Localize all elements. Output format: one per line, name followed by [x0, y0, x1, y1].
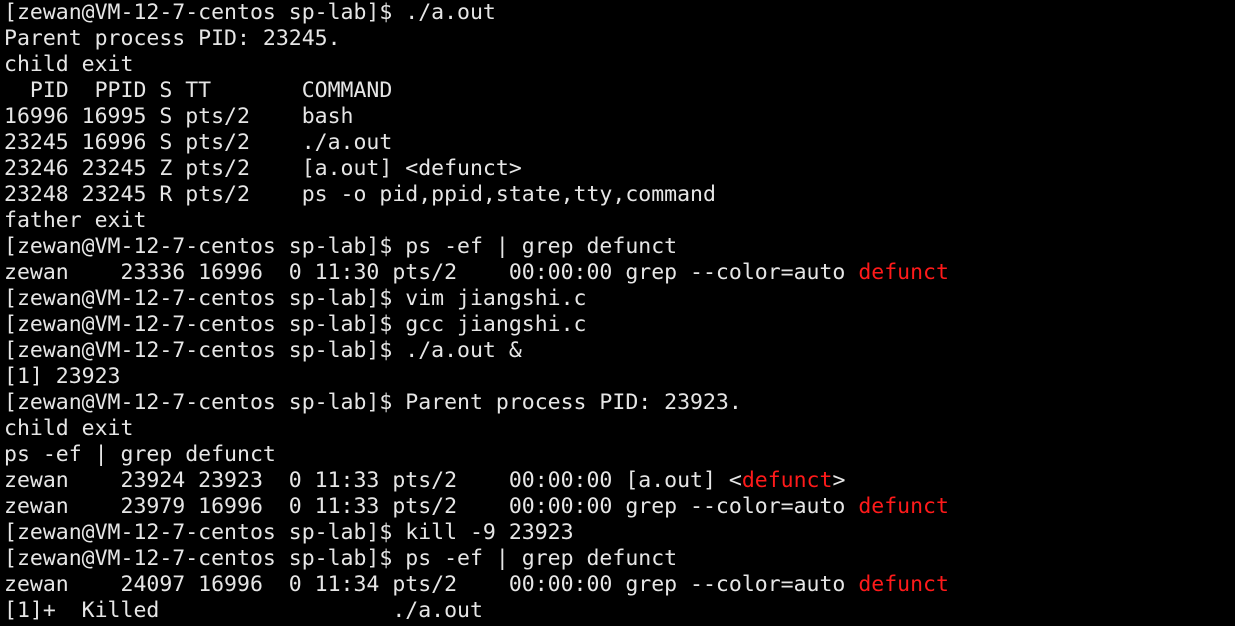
terminal-line: [zewan@VM-12-7-centos sp-lab]$ ./a.out	[4, 0, 1235, 26]
terminal-line: zewan 23924 23923 0 11:33 pts/2 00:00:00…	[4, 468, 1235, 494]
line-text: child exit	[4, 52, 134, 77]
line-text: [zewan@VM-12-7-centos sp-lab]$ kill -9 2…	[4, 520, 574, 545]
line-text: ps -ef | grep defunct	[4, 442, 276, 467]
line-text: 16996 16995 S pts/2 bash	[4, 104, 354, 129]
line-text: 23246 23245 Z pts/2 [a.out] <defunct>	[4, 156, 522, 181]
terminal-line: [zewan@VM-12-7-centos sp-lab]$ ps -ef | …	[4, 546, 1235, 572]
terminal-line: zewan 24097 16996 0 11:34 pts/2 00:00:00…	[4, 572, 1235, 598]
line-text: [zewan@VM-12-7-centos sp-lab]$ gcc jiang…	[4, 312, 587, 337]
highlighted-match: defunct	[858, 572, 949, 597]
line-text: Parent process PID: 23245.	[4, 26, 341, 51]
terminal-line: 16996 16995 S pts/2 bash	[4, 104, 1235, 130]
terminal-line: [zewan@VM-12-7-centos sp-lab]$ ps -ef | …	[4, 234, 1235, 260]
terminal-line: [zewan@VM-12-7-centos sp-lab]$ vim jiang…	[4, 286, 1235, 312]
line-text: zewan 24097 16996 0 11:34 pts/2 00:00:00…	[4, 572, 859, 597]
line-text: father exit	[4, 208, 147, 233]
line-text: [zewan@VM-12-7-centos sp-lab]$ ps -ef | …	[4, 234, 678, 259]
terminal-line: child exit	[4, 416, 1235, 442]
line-text: PID PPID S TT COMMAND	[4, 78, 393, 103]
terminal-line: 23246 23245 Z pts/2 [a.out] <defunct>	[4, 156, 1235, 182]
terminal-line: Parent process PID: 23245.	[4, 26, 1235, 52]
terminal-line: zewan 23979 16996 0 11:33 pts/2 00:00:00…	[4, 494, 1235, 520]
line-text: zewan 23336 16996 0 11:30 pts/2 00:00:00…	[4, 260, 859, 285]
line-text: [zewan@VM-12-7-centos sp-lab]$ Parent pr…	[4, 390, 742, 415]
line-text: >	[832, 468, 846, 493]
terminal-line: zewan 23336 16996 0 11:30 pts/2 00:00:00…	[4, 260, 1235, 286]
line-text: [zewan@VM-12-7-centos sp-lab]$ ./a.out &	[4, 338, 522, 363]
terminal-line: child exit	[4, 52, 1235, 78]
line-text: [zewan@VM-12-7-centos sp-lab]$ vim jiang…	[4, 286, 587, 311]
line-text: 23245 16996 S pts/2 ./a.out	[4, 130, 393, 155]
line-text: zewan 23924 23923 0 11:33 pts/2 00:00:00…	[4, 468, 742, 493]
terminal-line: [zewan@VM-12-7-centos sp-lab]$ ./a.out &	[4, 338, 1235, 364]
terminal-line: PID PPID S TT COMMAND	[4, 78, 1235, 104]
line-text: [1] 23923	[4, 364, 121, 389]
terminal-output[interactable]: [zewan@VM-12-7-centos sp-lab]$ ./a.out Pa…	[0, 0, 1235, 626]
highlighted-match: defunct	[858, 260, 949, 285]
line-text: zewan 23979 16996 0 11:33 pts/2 00:00:00…	[4, 494, 859, 519]
terminal-line: [1] 23923	[4, 364, 1235, 390]
line-text: [1]+ Killed ./a.out	[4, 598, 483, 623]
line-text: child exit	[4, 416, 134, 441]
line-text: 23248 23245 R pts/2 ps -o pid,ppid,state…	[4, 182, 716, 207]
terminal-line: father exit	[4, 208, 1235, 234]
terminal-line: ps -ef | grep defunct	[4, 442, 1235, 468]
highlighted-match: defunct	[858, 494, 949, 519]
line-text: [zewan@VM-12-7-centos sp-lab]$ ps -ef | …	[4, 546, 678, 571]
line-text: [zewan@VM-12-7-centos sp-lab]$ ./a.out	[4, 0, 496, 25]
terminal-line: 23248 23245 R pts/2 ps -o pid,ppid,state…	[4, 182, 1235, 208]
terminal-line: 23245 16996 S pts/2 ./a.out	[4, 130, 1235, 156]
highlighted-match: defunct	[741, 468, 833, 493]
terminal-line: [zewan@VM-12-7-centos sp-lab]$ gcc jiang…	[4, 312, 1235, 338]
terminal-line: [1]+ Killed ./a.out	[4, 598, 1235, 624]
terminal-line: [zewan@VM-12-7-centos sp-lab]$ kill -9 2…	[4, 520, 1235, 546]
terminal-line: [zewan@VM-12-7-centos sp-lab]$ Parent pr…	[4, 390, 1235, 416]
